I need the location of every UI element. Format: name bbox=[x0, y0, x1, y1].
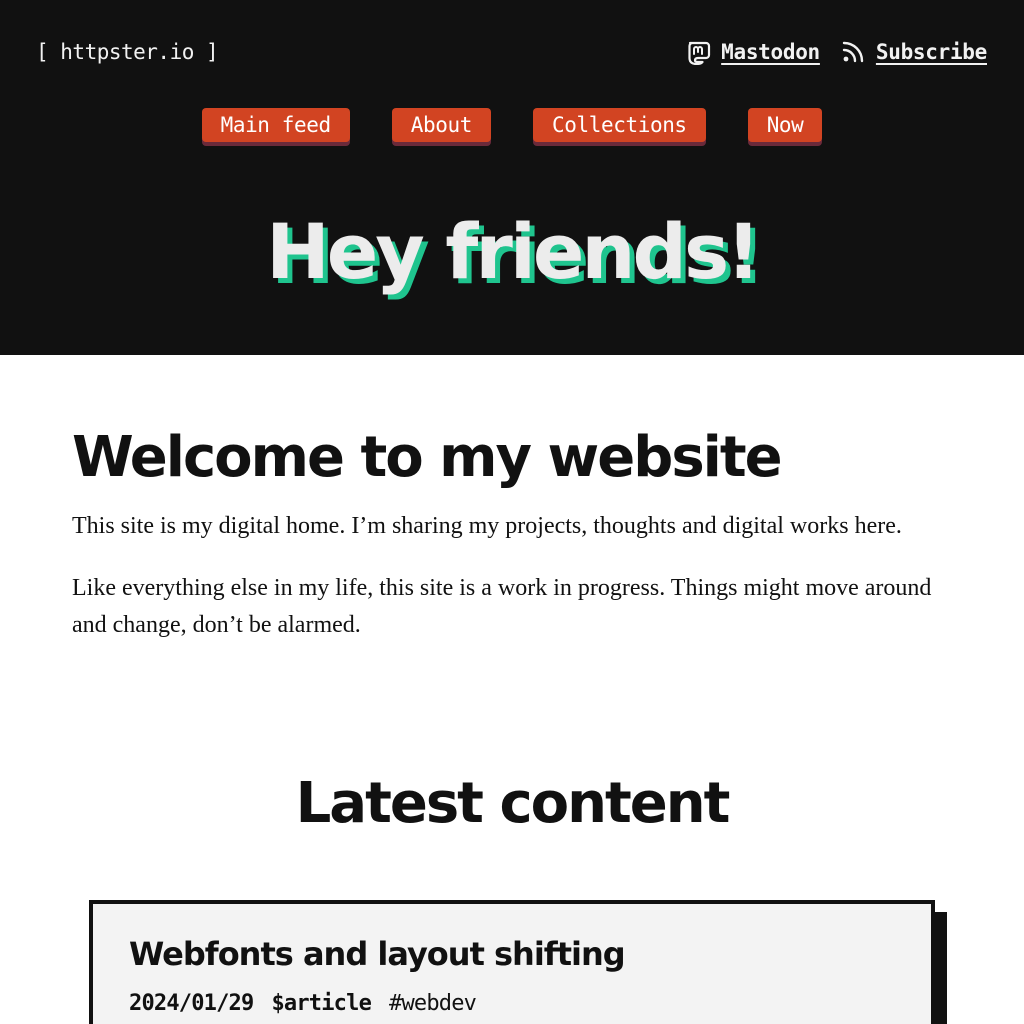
main-nav: Main feed About Collections Now bbox=[0, 108, 1024, 142]
post-type-link[interactable]: $article bbox=[271, 989, 371, 1019]
subscribe-label: Subscribe bbox=[875, 40, 987, 64]
nav-now[interactable]: Now bbox=[747, 108, 823, 142]
intro-paragraph: This site is my digital home. I’m sharin… bbox=[72, 513, 902, 539]
mastodon-icon bbox=[685, 39, 711, 65]
latest-content-heading: Latest content bbox=[295, 771, 731, 836]
site-logo-link[interactable]: [ httpster.io ] bbox=[36, 36, 219, 68]
post-date: 2024/01/29 bbox=[129, 991, 254, 1016]
post-card[interactable]: Webfonts and layout shifting 2024/01/29 … bbox=[89, 900, 935, 1024]
nav-collections[interactable]: Collections bbox=[533, 108, 706, 142]
nav-about[interactable]: About bbox=[391, 108, 491, 142]
intro-text: This site is my digital home. I’m sharin… bbox=[72, 508, 952, 644]
page-title: Welcome to my website bbox=[72, 425, 783, 490]
post-tag-link[interactable]: #webdev bbox=[389, 989, 477, 1019]
nav-main-feed[interactable]: Main feed bbox=[201, 108, 350, 142]
mastodon-link[interactable]: Mastodon bbox=[685, 39, 820, 65]
hero-title: Hey friends! bbox=[266, 207, 761, 296]
post-meta: 2024/01/29 $article #webdev bbox=[129, 989, 477, 1019]
intro-paragraph: Like everything else in my life, this si… bbox=[72, 575, 932, 638]
rss-icon bbox=[840, 39, 866, 65]
top-links: Mastodon Subscribe bbox=[685, 36, 987, 68]
mastodon-label: Mastodon bbox=[721, 40, 820, 64]
post-title-link[interactable]: Webfonts and layout shifting bbox=[129, 934, 626, 974]
subscribe-link[interactable]: Subscribe bbox=[840, 39, 987, 65]
site-header: [ httpster.io ] Mastodon Subscribe Main … bbox=[0, 0, 1024, 355]
